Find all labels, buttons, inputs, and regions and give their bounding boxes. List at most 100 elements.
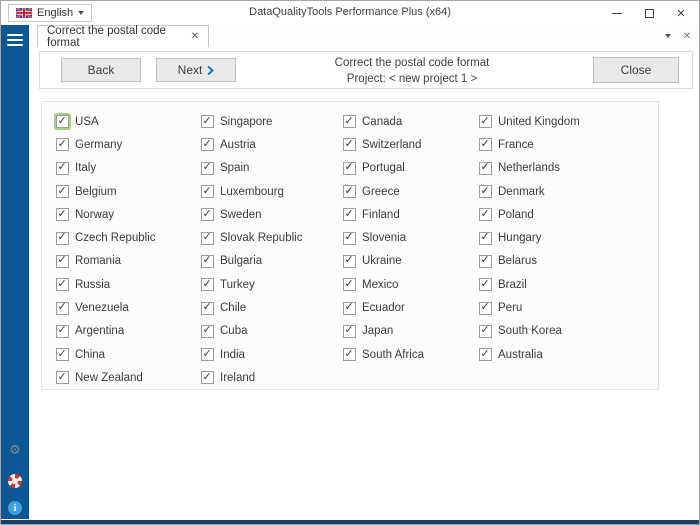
country-checkbox-item[interactable]: ✓ Singapore — [201, 110, 343, 133]
country-checkbox-item[interactable]: ✓ Austria — [201, 133, 343, 156]
country-checkbox[interactable]: ✓ — [201, 277, 214, 292]
country-checkbox[interactable]: ✓ — [201, 184, 214, 199]
country-checkbox-item[interactable]: ✓ Ireland — [201, 366, 343, 389]
country-checkbox-item[interactable]: ✓ Ecuador — [343, 296, 479, 319]
country-checkbox-item[interactable]: ✓ Sweden — [201, 203, 343, 226]
menu-icon[interactable] — [7, 34, 23, 49]
country-checkbox[interactable]: ✓ — [343, 323, 356, 338]
country-checkbox-item[interactable]: ✓ Czech Republic — [56, 226, 201, 249]
country-checkbox-item[interactable]: ✓ Italy — [56, 157, 201, 180]
country-checkbox-item[interactable]: ✓ Romania — [56, 250, 201, 273]
country-checkbox-item[interactable]: ✓ Turkey — [201, 273, 343, 296]
country-checkbox-item[interactable]: ✓ Bulgaria — [201, 250, 343, 273]
maximize-button[interactable] — [633, 1, 665, 25]
country-checkbox[interactable]: ✓ — [56, 370, 69, 385]
country-checkbox-item[interactable]: ✓ Switzerland — [343, 133, 479, 156]
country-checkbox[interactable]: ✓ — [343, 114, 356, 129]
country-checkbox[interactable]: ✓ — [479, 137, 492, 152]
country-checkbox-item[interactable]: ✓ Russia — [56, 273, 201, 296]
country-checkbox-item[interactable]: ✓ France — [479, 133, 646, 156]
country-checkbox[interactable]: ✓ — [201, 253, 214, 268]
country-checkbox[interactable]: ✓ — [56, 347, 69, 362]
next-button[interactable]: Next — [156, 58, 236, 82]
country-checkbox-item[interactable]: ✓ Greece — [343, 180, 479, 203]
country-checkbox[interactable]: ✓ — [343, 277, 356, 292]
country-checkbox[interactable]: ✓ — [201, 114, 214, 129]
country-checkbox-item[interactable]: ✓ Netherlands — [479, 157, 646, 180]
country-checkbox-item[interactable]: ✓ Cuba — [201, 320, 343, 343]
country-checkbox[interactable]: ✓ — [201, 207, 214, 222]
country-checkbox-item[interactable]: ✓ Belarus — [479, 250, 646, 273]
country-checkbox-item[interactable]: ✓ Venezuela — [56, 296, 201, 319]
country-checkbox[interactable]: ✓ — [56, 184, 69, 199]
country-checkbox[interactable]: ✓ — [201, 300, 214, 315]
country-checkbox-item[interactable]: ✓ Belgium — [56, 180, 201, 203]
country-checkbox-item[interactable]: ✓ Germany — [56, 133, 201, 156]
help-lifebuoy-icon[interactable] — [1, 474, 29, 488]
country-checkbox-item[interactable]: ✓ Hungary — [479, 226, 646, 249]
country-checkbox[interactable]: ✓ — [201, 160, 214, 175]
country-checkbox-item[interactable]: ✓ Japan — [343, 320, 479, 343]
country-checkbox[interactable]: ✓ — [56, 137, 69, 152]
country-checkbox-item[interactable]: ✓ United Kingdom — [479, 110, 646, 133]
country-checkbox[interactable]: ✓ — [479, 253, 492, 268]
country-checkbox[interactable]: ✓ — [56, 300, 69, 315]
back-button[interactable]: Back — [61, 58, 141, 82]
country-checkbox-item[interactable]: ✓ New Zealand — [56, 366, 201, 389]
country-checkbox[interactable]: ✓ — [56, 277, 69, 292]
country-checkbox[interactable]: ✓ — [479, 114, 492, 129]
minimize-button[interactable] — [601, 1, 633, 25]
country-checkbox[interactable]: ✓ — [201, 230, 214, 245]
country-checkbox[interactable]: ✓ — [479, 347, 492, 362]
country-checkbox-item[interactable]: ✓ Canada — [343, 110, 479, 133]
tab-close-icon[interactable]: ✕ — [191, 31, 199, 42]
country-checkbox-item[interactable]: ✓ Norway — [56, 203, 201, 226]
country-checkbox[interactable]: ✓ — [56, 253, 69, 268]
country-checkbox-item[interactable]: ✓ Finland — [343, 203, 479, 226]
country-checkbox[interactable]: ✓ — [343, 347, 356, 362]
country-checkbox[interactable]: ✓ — [343, 207, 356, 222]
country-checkbox[interactable]: ✓ — [479, 230, 492, 245]
country-checkbox[interactable]: ✓ — [56, 207, 69, 222]
tab-list-chevron-icon[interactable] — [664, 34, 671, 38]
country-checkbox[interactable]: ✓ — [54, 113, 71, 131]
tab-correct-postal-code[interactable]: Correct the postal code format ✕ — [37, 25, 209, 49]
country-checkbox-item[interactable]: ✓ Slovenia — [343, 226, 479, 249]
country-checkbox-item[interactable]: ✓ Poland — [479, 203, 646, 226]
country-checkbox[interactable]: ✓ — [479, 207, 492, 222]
country-checkbox[interactable]: ✓ — [201, 347, 214, 362]
country-checkbox-item[interactable]: ✓ Portugal — [343, 157, 479, 180]
close-all-tabs-icon[interactable]: ✕ — [683, 31, 691, 42]
country-checkbox-item[interactable]: ✓ Argentina — [56, 320, 201, 343]
country-checkbox-item[interactable]: ✓ Ukraine — [343, 250, 479, 273]
country-checkbox-item[interactable]: ✓ Luxembourg — [201, 180, 343, 203]
country-checkbox[interactable]: ✓ — [343, 300, 356, 315]
country-checkbox-item[interactable]: ✓ Slovak Republic — [201, 226, 343, 249]
close-button[interactable]: Close — [593, 57, 679, 83]
country-checkbox-item[interactable]: ✓ China — [56, 343, 201, 366]
country-checkbox[interactable]: ✓ — [343, 160, 356, 175]
country-checkbox[interactable]: ✓ — [479, 277, 492, 292]
info-icon[interactable]: i — [1, 501, 29, 515]
settings-gear-icon[interactable]: ⚙ — [1, 444, 29, 457]
country-checkbox-item[interactable]: ✓ Brazil — [479, 273, 646, 296]
close-window-button[interactable]: ✕ — [665, 1, 697, 25]
country-checkbox[interactable]: ✓ — [479, 323, 492, 338]
country-checkbox-item[interactable]: ✓ South Africa — [343, 343, 479, 366]
country-checkbox[interactable]: ✓ — [56, 230, 69, 245]
country-checkbox[interactable]: ✓ — [201, 370, 214, 385]
country-checkbox[interactable]: ✓ — [343, 137, 356, 152]
country-checkbox-item[interactable]: ✓ South Korea — [479, 320, 646, 343]
country-checkbox-item[interactable]: ✓ Australia — [479, 343, 646, 366]
country-checkbox[interactable]: ✓ — [201, 323, 214, 338]
country-checkbox[interactable]: ✓ — [343, 253, 356, 268]
country-checkbox[interactable]: ✓ — [201, 137, 214, 152]
country-checkbox-item[interactable]: ✓ USA — [54, 110, 201, 133]
country-checkbox-item[interactable]: ✓ Spain — [201, 157, 343, 180]
country-checkbox[interactable]: ✓ — [479, 160, 492, 175]
country-checkbox-item[interactable]: ✓ Mexico — [343, 273, 479, 296]
country-checkbox[interactable]: ✓ — [479, 300, 492, 315]
country-checkbox[interactable]: ✓ — [343, 184, 356, 199]
country-checkbox-item[interactable]: ✓ Chile — [201, 296, 343, 319]
country-checkbox-item[interactable]: ✓ Denmark — [479, 180, 646, 203]
